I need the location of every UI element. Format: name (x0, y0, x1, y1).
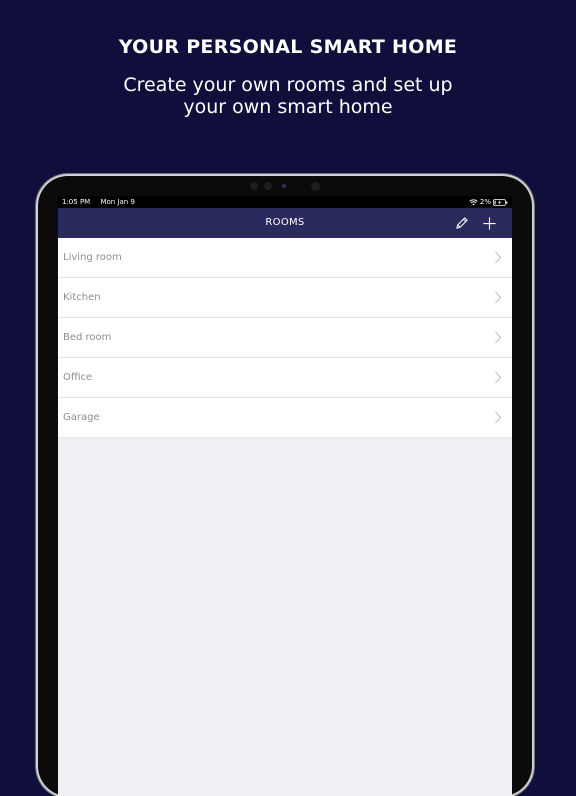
room-label: Office (63, 372, 93, 383)
promo-subline-line-1: Create your own rooms and set up (123, 74, 453, 96)
sensor-dot (264, 182, 272, 190)
chevron-right-icon (495, 251, 502, 264)
status-date: Mon Jan 9 (100, 198, 135, 206)
tablet-device: 1:05 PM Mon Jan 9 2% ROOMS Living room K… (38, 176, 532, 796)
wifi-icon (469, 198, 478, 205)
nav-title: ROOMS (265, 217, 305, 228)
plus-icon (482, 216, 496, 230)
promo-subline: Create your own rooms and set up your ow… (0, 74, 576, 118)
room-list: Living room Kitchen Bed room Office Gara… (58, 238, 512, 438)
battery-percent: 2% (479, 198, 491, 206)
sensor-dot (311, 182, 320, 191)
status-right: 2% (469, 196, 508, 208)
room-label: Kitchen (63, 292, 101, 303)
promo-subline-line-2: your own smart home (183, 96, 393, 118)
app-screen: 1:05 PM Mon Jan 9 2% ROOMS Living room K… (58, 196, 512, 796)
room-row-living-room[interactable]: Living room (58, 238, 512, 278)
chevron-right-icon (495, 291, 502, 304)
chevron-right-icon (495, 371, 502, 384)
chevron-right-icon (495, 411, 502, 424)
status-left: 1:05 PM Mon Jan 9 (62, 196, 135, 208)
room-label: Garage (63, 412, 100, 423)
pencil-icon (455, 216, 468, 229)
room-row-garage[interactable]: Garage (58, 398, 512, 438)
nav-bar: ROOMS (58, 208, 512, 238)
room-label: Bed room (63, 332, 112, 343)
status-bar: 1:05 PM Mon Jan 9 2% (58, 196, 512, 208)
promo-headline: YOUR PERSONAL SMART HOME (118, 36, 458, 58)
chevron-right-icon (495, 331, 502, 344)
sensor-dot (250, 182, 258, 190)
room-label: Living room (63, 252, 122, 263)
room-row-office[interactable]: Office (58, 358, 512, 398)
room-row-bed-room[interactable]: Bed room (58, 318, 512, 358)
camera-lens (282, 184, 286, 188)
battery-icon (493, 198, 508, 206)
edit-button[interactable] (452, 214, 470, 232)
room-row-kitchen[interactable]: Kitchen (58, 278, 512, 318)
add-room-button[interactable] (480, 214, 498, 232)
status-time: 1:05 PM (62, 198, 91, 206)
